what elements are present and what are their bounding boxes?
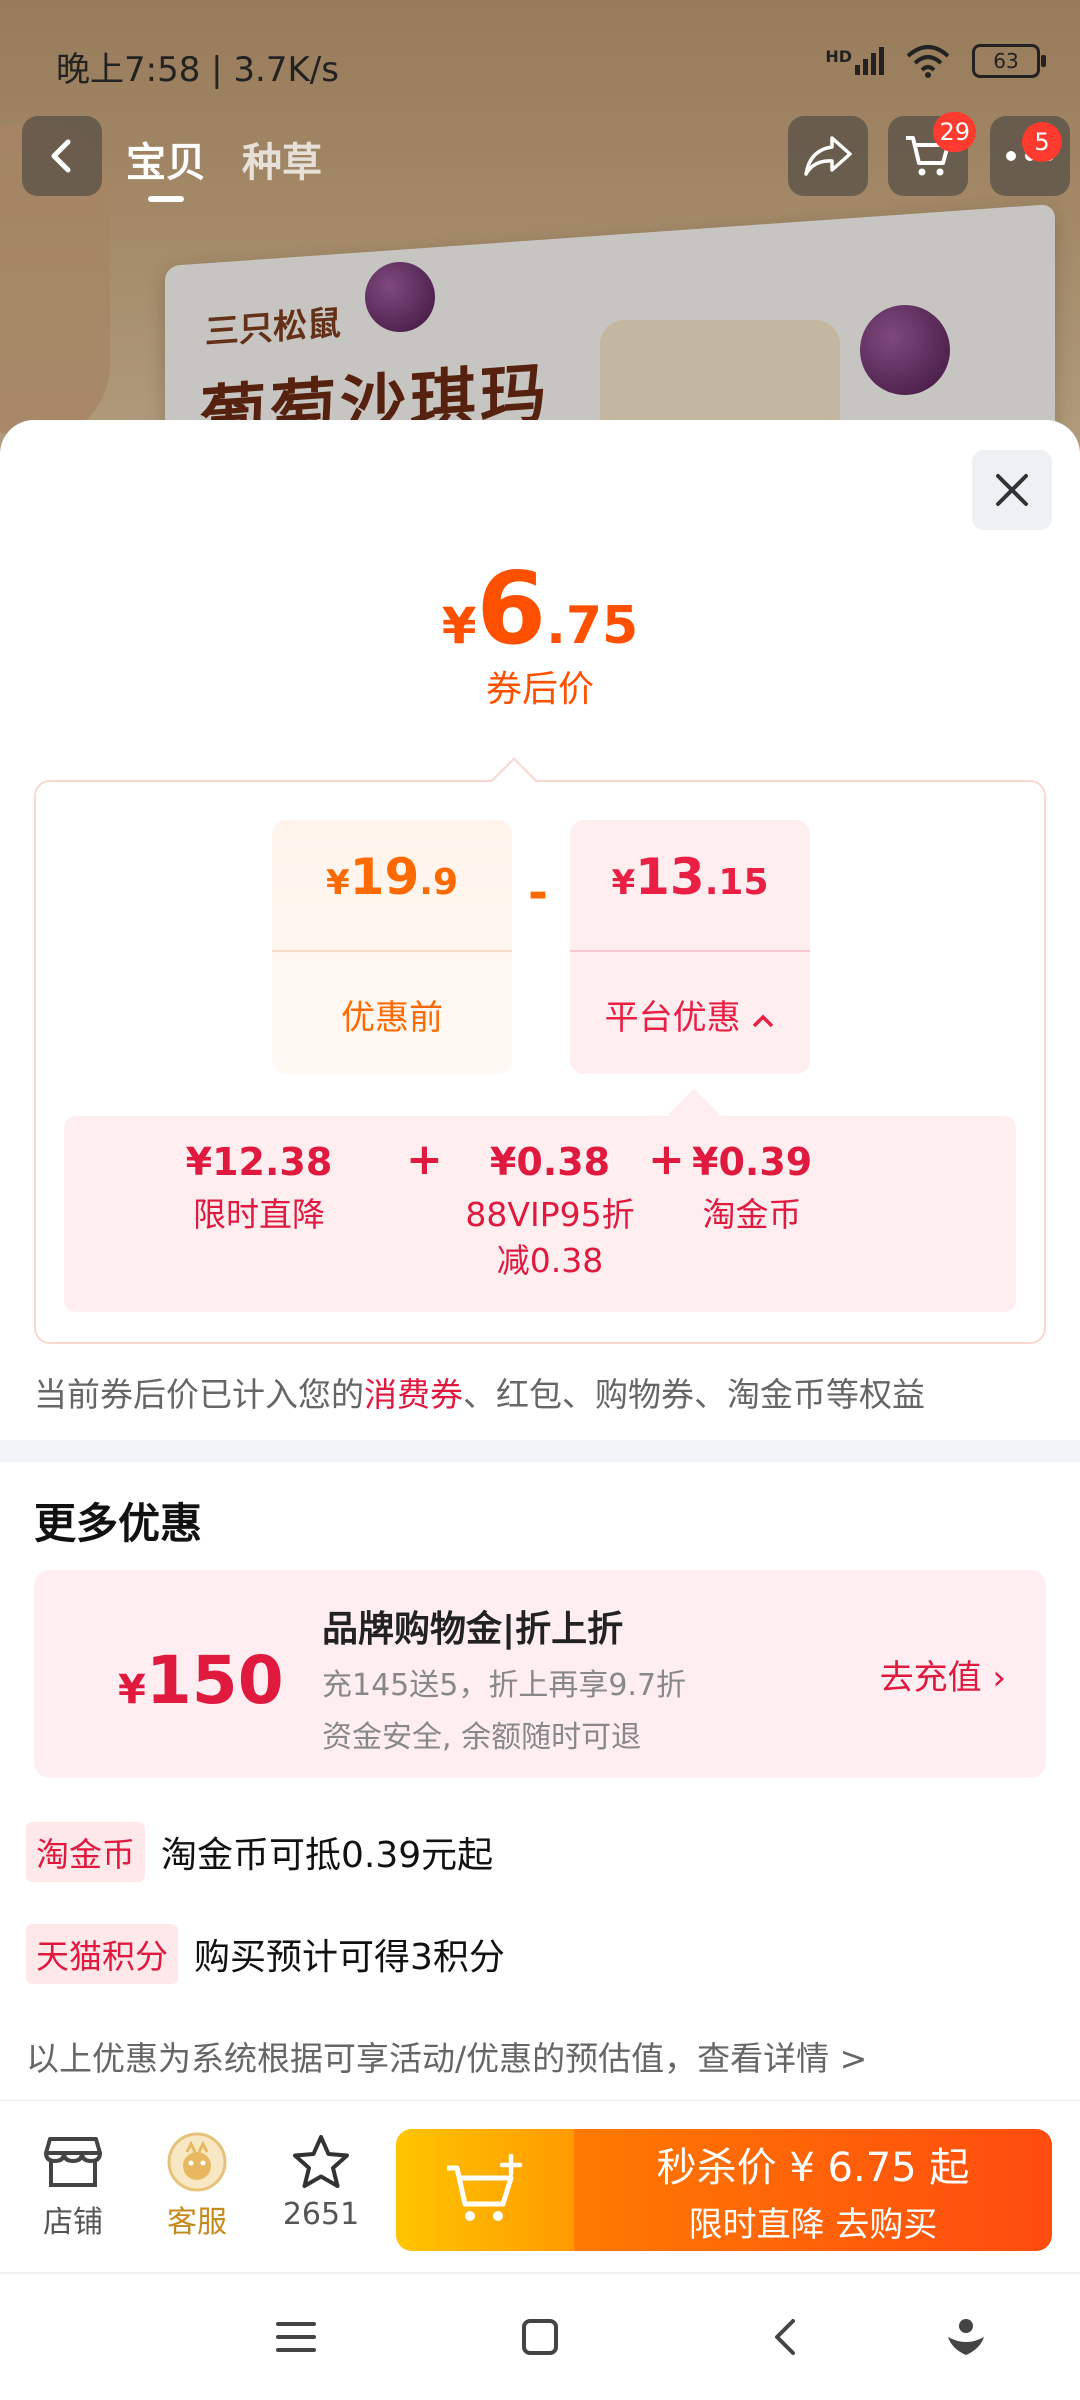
- close-icon: [996, 474, 1028, 506]
- platform-discount-toggle[interactable]: 平台优惠: [570, 990, 810, 1039]
- favorite-count: 2651: [282, 2197, 360, 2232]
- coin-text: 淘金币可抵0.39元起: [161, 1835, 494, 1876]
- status-bar: 晚上7:58 | 3.7K/s HD 63: [56, 36, 1046, 90]
- promo-amount: 150: [145, 1642, 284, 1719]
- points-text: 购买预计可得3积分: [194, 1937, 505, 1978]
- breakdown-value: ¥0.38: [489, 1140, 611, 1184]
- assistant-button[interactable]: [936, 2312, 996, 2362]
- final-price-currency: ¥: [441, 597, 477, 655]
- add-cart-icon: [447, 2153, 523, 2221]
- breakdown-label: 限时直降: [193, 1195, 325, 1234]
- more-badge: 5: [1022, 122, 1062, 162]
- close-button[interactable]: [972, 450, 1052, 530]
- back-nav-button[interactable]: [754, 2312, 814, 2362]
- estimate-details-link[interactable]: 以上优惠为系统根据可享活动/优惠的预估值，查看详情 >: [26, 2032, 867, 2080]
- final-price-caption: 券后价: [485, 669, 594, 710]
- section-divider: [0, 1440, 1080, 1462]
- original-price-integer: 19: [349, 848, 420, 906]
- home-button[interactable]: [510, 2312, 570, 2362]
- favorite-button[interactable]: 2651: [266, 2127, 376, 2232]
- menu-button[interactable]: [266, 2312, 326, 2362]
- minus-sign: -: [528, 865, 548, 921]
- platform-discount-label: 平台优惠: [604, 998, 741, 1038]
- shop-label: 店铺: [43, 2205, 103, 2240]
- status-time: 晚上7:58 | 3.7K/s: [56, 50, 339, 90]
- price-detail-sheet: ¥6.75 券后价 ¥19.9 优惠前 - ¥13.15 平台优惠 ¥12.38…: [0, 420, 1080, 2100]
- original-price-label: 优惠前: [341, 998, 443, 1038]
- bottom-action-bar: 店铺 客服 2651 秒杀价 ¥ 6.75 起 限时直降 去购买: [0, 2100, 1080, 2273]
- platform-discount-card[interactable]: ¥13.15 平台优惠: [570, 820, 810, 1074]
- top-tabs: 宝贝 种草: [126, 130, 322, 202]
- coin-offer-row: 淘金币 淘金币可抵0.39元起: [26, 1822, 493, 1882]
- shop-button[interactable]: 店铺: [18, 2127, 128, 2241]
- breakdown-item: ¥0.38 88VIP95折 减0.38: [450, 1140, 650, 1284]
- home-icon: [522, 2319, 558, 2355]
- system-navigation-bar: [0, 2272, 1080, 2400]
- share-icon: [804, 136, 852, 176]
- service-label: 客服: [167, 2205, 227, 2240]
- store-icon: [44, 2137, 102, 2187]
- price-note: 当前券后价已计入您的消费券、红包、购物券、淘金币等权益: [34, 1375, 925, 1414]
- final-price-decimal: .75: [546, 596, 639, 656]
- breakdown-label: 淘金币: [702, 1195, 802, 1234]
- points-tag: 天猫积分: [26, 1924, 178, 1984]
- coin-tag: 淘金币: [26, 1822, 145, 1882]
- breakdown-item: ¥12.38 限时直降: [184, 1140, 334, 1238]
- add-to-cart-button[interactable]: [396, 2129, 574, 2251]
- brand-credit-promo[interactable]: ¥150 品牌购物金|折上折 充145送5，折上再享9.7折 资金安全, 余额随…: [34, 1570, 1046, 1778]
- assistant-icon: [948, 2319, 984, 2355]
- platform-discount-integer: 13: [635, 848, 705, 906]
- star-icon: [293, 2135, 349, 2188]
- platform-discount-currency: ¥: [611, 863, 636, 903]
- plus-sign: +: [648, 1134, 685, 1185]
- breakdown-value: ¥0.39: [692, 1140, 813, 1184]
- battery-level: 63: [993, 49, 1019, 73]
- buy-button-group: 秒杀价 ¥ 6.75 起 限时直降 去购买: [396, 2129, 1052, 2251]
- more-offers-title: 更多优惠: [34, 1499, 203, 1548]
- buy-price-label: 秒杀价 ¥ 6.75 起: [656, 2144, 970, 2191]
- customer-service-button[interactable]: 客服: [142, 2127, 252, 2241]
- more-button[interactable]: 5: [990, 116, 1070, 196]
- final-price-integer: 6: [476, 550, 547, 667]
- back-arrow-icon: [775, 2319, 795, 2355]
- cart-badge: 29: [933, 112, 976, 152]
- discount-breakdown: ¥12.38 限时直降 + ¥0.38 88VIP95折 减0.38 + ¥0.3…: [64, 1116, 1016, 1312]
- battery-icon: 63: [972, 44, 1046, 78]
- menu-icon: [276, 2322, 316, 2352]
- final-price: ¥6.75: [0, 550, 1080, 667]
- network-label: HD: [825, 47, 852, 66]
- service-avatar-icon: [167, 2132, 227, 2192]
- promo-currency: ¥: [118, 1667, 146, 1713]
- tab-item[interactable]: 宝贝: [126, 130, 206, 202]
- buy-now-button[interactable]: 秒杀价 ¥ 6.75 起 限时直降 去购买: [574, 2129, 1052, 2251]
- original-price-decimal: .9: [419, 862, 458, 903]
- promo-line2: 资金安全, 余额随时可退: [322, 1720, 642, 1755]
- signal-icon: HD: [825, 47, 884, 75]
- points-offer-row: 天猫积分 购买预计可得3积分: [26, 1924, 505, 1984]
- wifi-icon: [906, 45, 950, 78]
- back-button[interactable]: [22, 116, 102, 196]
- promo-title: 品牌购物金|折上折: [322, 1609, 624, 1650]
- tab-seed[interactable]: 种草: [242, 130, 322, 188]
- breakdown-label: 88VIP95折 减0.38: [465, 1195, 635, 1280]
- promo-line1: 充145送5，折上再享9.7折: [322, 1668, 687, 1703]
- breakdown-item: ¥0.39 淘金币: [692, 1140, 812, 1238]
- chevron-up-icon: [753, 1014, 774, 1028]
- original-price-currency: ¥: [326, 863, 350, 903]
- back-icon: [51, 139, 71, 173]
- recharge-link[interactable]: 去充值 ›: [880, 1650, 1006, 1699]
- platform-discount-decimal: .15: [704, 862, 769, 903]
- breakdown-value: ¥12.38: [185, 1140, 333, 1184]
- plus-sign: +: [406, 1134, 443, 1185]
- original-price-card: ¥19.9 优惠前: [272, 820, 512, 1074]
- buy-action-label: 限时直降 去购买: [688, 2204, 938, 2245]
- share-button[interactable]: [788, 116, 868, 196]
- cart-button[interactable]: 29: [888, 112, 976, 196]
- coupon-link[interactable]: 消费券: [364, 1375, 463, 1414]
